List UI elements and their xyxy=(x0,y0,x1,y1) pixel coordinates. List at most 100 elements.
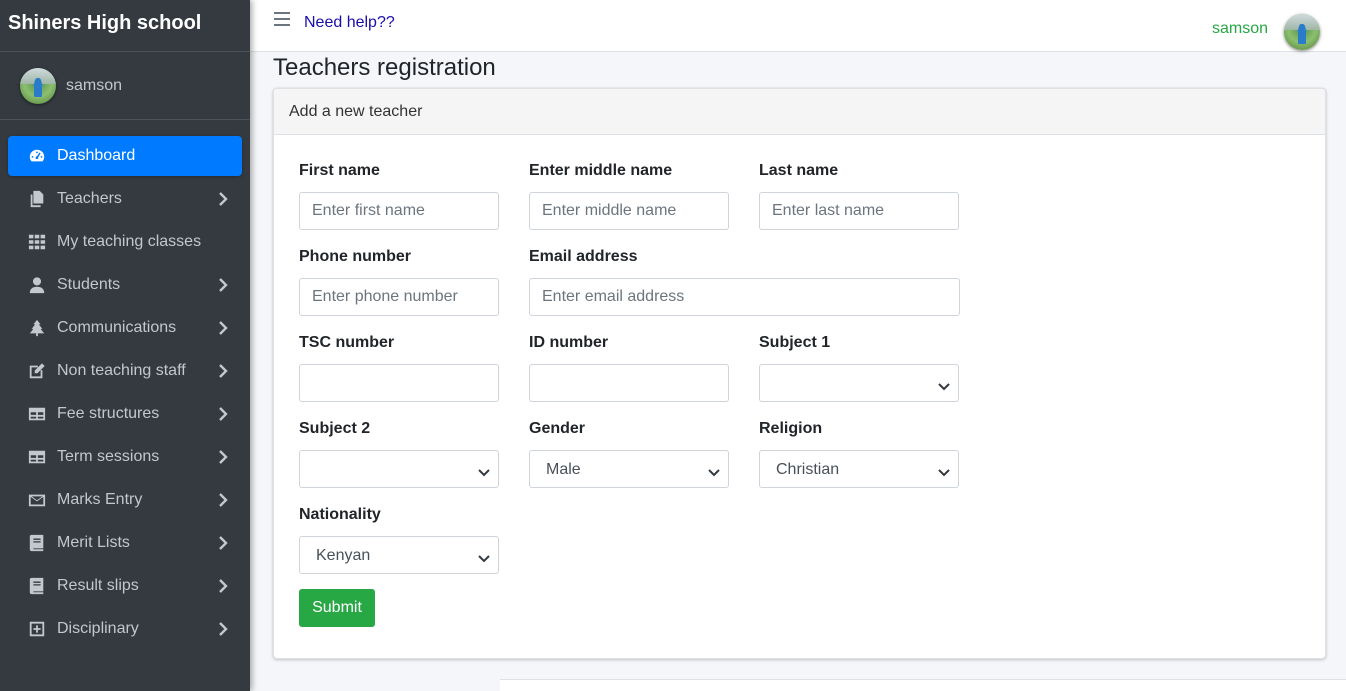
sidebar-item-label: Non teaching staff xyxy=(57,362,186,379)
table-icon xyxy=(27,447,47,467)
subject1-field: Subject 1 xyxy=(759,334,959,402)
brand-title[interactable]: Shiners High school xyxy=(0,0,250,52)
book-icon xyxy=(27,533,47,553)
sidebar-item-label: Fee structures xyxy=(57,405,160,422)
page-title: Teachers registration xyxy=(273,54,496,81)
subject2-field: Subject 2 xyxy=(299,420,499,488)
tsc-input[interactable] xyxy=(299,364,499,402)
sidebar-item-label: Communications xyxy=(57,319,177,336)
phone-field: Phone number xyxy=(299,248,499,316)
sidebar-item-term-sessions[interactable]: Term sessions xyxy=(8,437,242,477)
sidebar-item-communications[interactable]: Communications xyxy=(8,308,242,348)
chevron-down-icon xyxy=(938,378,950,391)
first-name-field: First name xyxy=(299,162,499,230)
copy-icon xyxy=(27,189,47,209)
chevron-down-icon xyxy=(938,464,950,477)
email-label: Email address xyxy=(529,248,638,265)
nationality-label: Nationality xyxy=(299,506,381,523)
gender-label: Gender xyxy=(529,420,586,437)
sidebar-item-students[interactable]: Students xyxy=(8,265,242,305)
first-name-input[interactable] xyxy=(299,192,499,230)
sidebar-item-dashboard[interactable]: Dashboard xyxy=(8,136,242,176)
subject1-label: Subject 1 xyxy=(759,334,831,351)
hamburger-menu-icon[interactable] xyxy=(274,12,290,26)
sidebar-item-label: Disciplinary xyxy=(57,620,139,637)
sidebar-nav: Dashboard Teachers My teaching classes S… xyxy=(0,120,250,649)
chevron-right-icon[interactable] xyxy=(218,535,228,551)
chevron-down-icon xyxy=(708,464,720,477)
nationality-value: Kenyan xyxy=(316,547,371,564)
middle-name-label: Enter middle name xyxy=(529,162,673,179)
gender-value: Male xyxy=(546,461,581,478)
chevron-down-icon xyxy=(478,550,490,563)
avatar[interactable] xyxy=(20,67,56,104)
sidebar-item-teachers[interactable]: Teachers xyxy=(8,179,242,219)
last-name-input[interactable] xyxy=(759,192,959,230)
card-header: Add a new teacher xyxy=(274,89,1325,135)
last-name-label: Last name xyxy=(759,162,839,179)
sidebar-item-label: My teaching classes xyxy=(57,233,202,250)
email-input[interactable] xyxy=(529,278,960,316)
sidebar: Shiners High school samson Dashboard Tea… xyxy=(0,0,250,691)
last-name-field: Last name xyxy=(759,162,959,230)
need-help-link[interactable]: Need help?? xyxy=(304,14,395,32)
sidebar-item-non-teaching-staff[interactable]: Non teaching staff xyxy=(8,351,242,391)
chevron-right-icon[interactable] xyxy=(218,578,228,594)
gender-field: Gender Male xyxy=(529,420,729,488)
subject1-select[interactable] xyxy=(759,364,959,402)
chevron-right-icon[interactable] xyxy=(218,406,228,422)
nationality-field: Nationality Kenyan xyxy=(299,506,499,574)
religion-field: Religion Christian xyxy=(759,420,959,488)
sidebar-item-label: Dashboard xyxy=(57,147,136,164)
first-name-label: First name xyxy=(299,162,380,179)
sidebar-item-disciplinary[interactable]: Disciplinary xyxy=(8,609,242,649)
email-field: Email address xyxy=(529,248,960,316)
tsc-field: TSC number xyxy=(299,334,499,402)
sidebar-item-fee-structures[interactable]: Fee structures xyxy=(8,394,242,434)
religion-select[interactable]: Christian xyxy=(759,450,959,488)
nationality-select[interactable]: Kenyan xyxy=(299,536,499,574)
middle-name-input[interactable] xyxy=(529,192,729,230)
footer xyxy=(500,679,1346,691)
phone-input[interactable] xyxy=(299,278,499,316)
chevron-right-icon[interactable] xyxy=(218,449,228,465)
sidebar-item-label: Merit Lists xyxy=(57,534,130,551)
sidebar-item-merit-lists[interactable]: Merit Lists xyxy=(8,523,242,563)
sidebar-item-label: Students xyxy=(57,276,121,293)
sidebar-item-result-slips[interactable]: Result slips xyxy=(8,566,242,606)
subject2-label: Subject 2 xyxy=(299,420,371,437)
chevron-right-icon[interactable] xyxy=(218,621,228,637)
sidebar-item-label: Term sessions xyxy=(57,448,160,465)
user-panel[interactable]: samson xyxy=(0,52,250,120)
religion-value: Christian xyxy=(776,461,840,478)
middle-name-field: Enter middle name xyxy=(529,162,729,230)
sidebar-item-label: Teachers xyxy=(57,190,122,207)
table-icon xyxy=(27,404,47,424)
chevron-right-icon[interactable] xyxy=(218,492,228,508)
chevron-down-icon xyxy=(478,464,490,477)
sidebar-item-label: Marks Entry xyxy=(57,491,143,508)
chevron-right-icon[interactable] xyxy=(218,277,228,293)
id-number-field: ID number xyxy=(529,334,729,402)
book-icon xyxy=(27,576,47,596)
plus-square-icon xyxy=(27,619,47,639)
subject2-select[interactable] xyxy=(299,450,499,488)
sidebar-item-my-teaching-classes[interactable]: My teaching classes xyxy=(8,222,242,262)
top-user-avatar[interactable] xyxy=(1284,14,1320,50)
top-user-name[interactable]: samson xyxy=(1212,20,1268,38)
submit-button[interactable]: Submit xyxy=(299,589,375,627)
id-number-input[interactable] xyxy=(529,364,729,402)
religion-label: Religion xyxy=(759,420,823,437)
chevron-right-icon[interactable] xyxy=(218,320,228,336)
sidebar-item-marks-entry[interactable]: Marks Entry xyxy=(8,480,242,520)
id-number-label: ID number xyxy=(529,334,609,351)
phone-label: Phone number xyxy=(299,248,412,265)
edit-icon xyxy=(27,361,47,381)
gender-select[interactable]: Male xyxy=(529,450,729,488)
user-name[interactable]: samson xyxy=(66,77,122,95)
chevron-right-icon[interactable] xyxy=(218,191,228,207)
grid-icon xyxy=(27,232,47,252)
envelope-icon xyxy=(27,490,47,510)
chevron-right-icon[interactable] xyxy=(218,363,228,379)
user-icon xyxy=(27,275,47,295)
